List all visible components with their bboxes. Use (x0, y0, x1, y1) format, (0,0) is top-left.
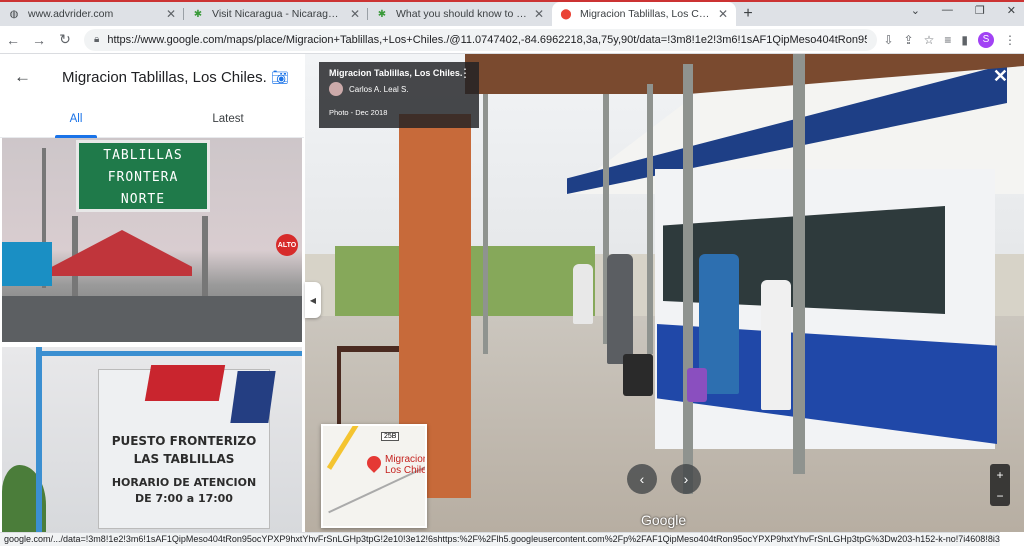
more-options-icon[interactable]: ⋮ (459, 66, 471, 80)
blue-house (2, 242, 52, 286)
share-icon[interactable]: ⇪ (904, 33, 914, 47)
person (761, 280, 791, 410)
panel-header: ← Migracion Tablillas, Los Chiles. 📷︎ (0, 54, 304, 100)
photo-thumbnail[interactable]: TABLILLAS FRONTERA NORTE ALTO (2, 138, 302, 342)
google-watermark: Google (641, 512, 687, 528)
photo-place-title: Migracion Tablillas, Los Chiles. (329, 68, 463, 78)
globe-icon: ◍ (9, 8, 19, 20)
star-icon: ✱ (377, 8, 387, 20)
map-pin-icon (364, 453, 384, 473)
place-title: Migracion Tablillas, Los Chiles. (62, 68, 267, 86)
star-icon: ✱ (193, 8, 203, 20)
back-icon[interactable]: ← (0, 27, 26, 53)
browser-tab[interactable]: ◍ www.advrider.com ✕ (0, 2, 184, 26)
url-text: https://www.google.com/maps/place/Migrac… (107, 33, 868, 46)
luggage (623, 354, 653, 396)
prev-photo-button[interactable]: ‹ (627, 464, 657, 494)
bookmark-star-icon[interactable]: ☆ (924, 33, 935, 47)
sign-line: NORTE (120, 192, 166, 207)
status-bar: google.com/.../data=!3m8!1e2!3m6!1sAF1Qi… (0, 532, 1000, 546)
tab-strip: ◍ www.advrider.com ✕ ✱ Visit Nicaragua -… (0, 0, 1024, 26)
close-window-icon[interactable]: ✕ (1007, 4, 1016, 17)
sign-line: TABLILLAS (103, 148, 183, 163)
sign-line: PUESTO FRONTERIZO (111, 434, 257, 448)
close-tab-icon[interactable]: ✕ (166, 7, 176, 21)
sign-line: LAS TABLILLAS (133, 452, 235, 466)
fence-rail (36, 351, 302, 356)
sign-line: FRONTERA (107, 170, 179, 185)
menu-icon[interactable]: ⋮ (1004, 33, 1016, 47)
mini-map[interactable]: 25B Migracion Los Chile (321, 424, 427, 528)
sign-line: DE 7:00 a 17:00 (135, 492, 233, 505)
new-tab-button[interactable]: + (736, 2, 760, 26)
forward-icon[interactable]: → (26, 27, 52, 53)
lock-icon[interactable]: 🔒︎ (94, 34, 99, 45)
author-name[interactable]: Carlos A. Leal S. (349, 85, 409, 94)
stop-sign: ALTO (276, 234, 298, 256)
reload-icon[interactable]: ↻ (52, 27, 78, 53)
next-photo-button[interactable]: › (671, 464, 701, 494)
zoom-in-icon[interactable]: + (996, 468, 1003, 482)
map-label: Migracion Los Chile (385, 454, 427, 476)
photos-panel: ← Migracion Tablillas, Los Chiles. 📷︎ Al… (0, 54, 304, 532)
photo-date: Photo - Dec 2018 (329, 108, 388, 117)
support-pole (647, 84, 653, 354)
browser-tab[interactable]: ✱ What you should know to travel f ✕ (368, 2, 552, 26)
maps-pin-icon: ⬤ (560, 8, 572, 20)
tab-title: Migracion Tablillas, Los Chiles. - (580, 8, 712, 20)
photo-viewer[interactable]: Migracion Tablillas, Los Chiles. Carlos … (305, 54, 1024, 532)
road (2, 296, 302, 342)
tab-latest[interactable]: Latest (152, 100, 304, 137)
photo-info-card: Migracion Tablillas, Los Chiles. Carlos … (319, 62, 479, 128)
tab-title: Visit Nicaragua - Nicaragua Touri (212, 8, 344, 20)
support-pole (683, 64, 693, 494)
border-sign: TABLILLAS FRONTERA NORTE (76, 140, 210, 212)
photo-filter-tabs: All Latest (0, 100, 304, 138)
side-panel-icon[interactable]: ▮ (961, 33, 968, 47)
tab-title: What you should know to travel f (396, 8, 528, 20)
minimize-icon[interactable]: — (942, 4, 953, 17)
author-row: Carlos A. Leal S. (329, 82, 469, 96)
flag-blue (230, 371, 276, 423)
tab-search-icon[interactable]: ⌄ (911, 4, 920, 17)
sign-line: HORARIO DE ATENCION (111, 476, 257, 489)
tab-all[interactable]: All (0, 100, 152, 138)
browser-toolbar: ← → ↻ 🔒︎ https://www.google.com/maps/pla… (0, 26, 1024, 54)
browser-tab[interactable]: ✱ Visit Nicaragua - Nicaragua Touri ✕ (184, 2, 368, 26)
close-tab-icon[interactable]: ✕ (350, 7, 360, 21)
window-controls: ⌄ — ❐ ✕ (911, 4, 1016, 17)
luggage (687, 368, 707, 402)
support-pole (483, 94, 488, 354)
collapse-panel-button[interactable]: ◀ (305, 282, 321, 318)
close-tab-icon[interactable]: ✕ (718, 7, 728, 21)
flag-red (144, 365, 226, 401)
route-shield: 25B (381, 432, 400, 441)
address-bar[interactable]: 🔒︎ https://www.google.com/maps/place/Mig… (84, 28, 878, 51)
browser-tab-active[interactable]: ⬤ Migracion Tablillas, Los Chiles. - ✕ (552, 2, 736, 26)
add-photo-icon[interactable]: 📷︎ (270, 68, 290, 86)
person (573, 264, 593, 324)
zoom-out-icon[interactable]: − (996, 489, 1003, 503)
fence-post (36, 347, 42, 532)
profile-avatar[interactable]: S (978, 31, 994, 48)
reading-list-icon[interactable]: ≡ (944, 33, 951, 47)
restore-icon[interactable]: ❐ (975, 4, 985, 17)
zoom-control: + − (990, 464, 1010, 506)
close-icon[interactable]: ✕ (993, 66, 1008, 87)
close-tab-icon[interactable]: ✕ (534, 7, 544, 21)
tab-title: www.advrider.com (28, 8, 114, 20)
support-pole (793, 54, 805, 474)
photo-thumbnail[interactable]: PUESTO FRONTERIZO LAS TABLILLAS HORARIO … (2, 347, 302, 532)
author-avatar[interactable] (329, 82, 343, 96)
person (607, 254, 633, 364)
toolbar-icons: ⇩ ⇪ ☆ ≡ ▮ S ⋮ (883, 31, 1024, 48)
install-icon[interactable]: ⇩ (883, 33, 893, 47)
back-arrow-icon[interactable]: ← (14, 67, 44, 87)
